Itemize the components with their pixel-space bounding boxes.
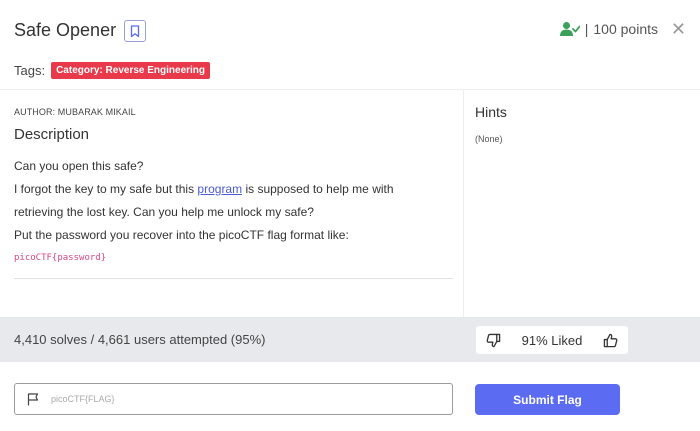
challenge-header: Safe Opener | 100 points ✕ (14, 18, 700, 48)
hints-heading: Hints (475, 104, 507, 120)
author-label: AUTHOR: MUBARAK MIKAIL (14, 107, 136, 117)
solves-count: 4,410 solves / 4,661 users attempted (95… (14, 332, 266, 347)
description-heading: Description (14, 126, 90, 143)
header-divider (0, 89, 700, 90)
tags-label: Tags: (14, 63, 46, 78)
thumbs-down-icon[interactable] (486, 333, 501, 348)
description-line: retrieving the lost key. Can you help me… (14, 205, 314, 219)
close-icon[interactable]: ✕ (671, 20, 686, 38)
flag-input[interactable] (51, 394, 431, 404)
thumbs-up-icon[interactable] (603, 333, 618, 348)
points-display: | 100 points (559, 21, 658, 37)
challenge-title: Safe Opener (14, 20, 117, 40)
description-body: Can you open this safe? I forgot the key… (14, 155, 454, 267)
bookmark-icon (130, 24, 140, 37)
like-widget: 91% Liked (476, 326, 628, 354)
description-line: I forgot the key to my safe but this pro… (14, 182, 394, 196)
hints-body: (None) (475, 134, 503, 144)
flag-format-code: picoCTF{password} (14, 253, 107, 263)
flag-icon (27, 392, 39, 405)
tags-row: Tags: Category: Reverse Engineering (14, 62, 211, 79)
points-label: 100 points (593, 21, 658, 37)
program-link[interactable]: program (197, 182, 242, 196)
submit-flag-button[interactable]: Submit Flag (475, 384, 620, 415)
category-badge[interactable]: Category: Reverse Engineering (51, 62, 211, 79)
flag-input-field[interactable] (14, 383, 453, 415)
column-divider (463, 90, 464, 317)
stats-bar: 4,410 solves / 4,661 users attempted (95… (0, 317, 700, 362)
user-check-icon (559, 22, 580, 36)
description-divider (14, 278, 453, 279)
points-separator: | (584, 21, 589, 37)
bookmark-button[interactable] (124, 20, 146, 42)
description-line: Can you open this safe? (14, 159, 144, 173)
liked-percentage: 91% Liked (521, 332, 583, 348)
description-line: Put the password you recover into the pi… (14, 228, 349, 242)
